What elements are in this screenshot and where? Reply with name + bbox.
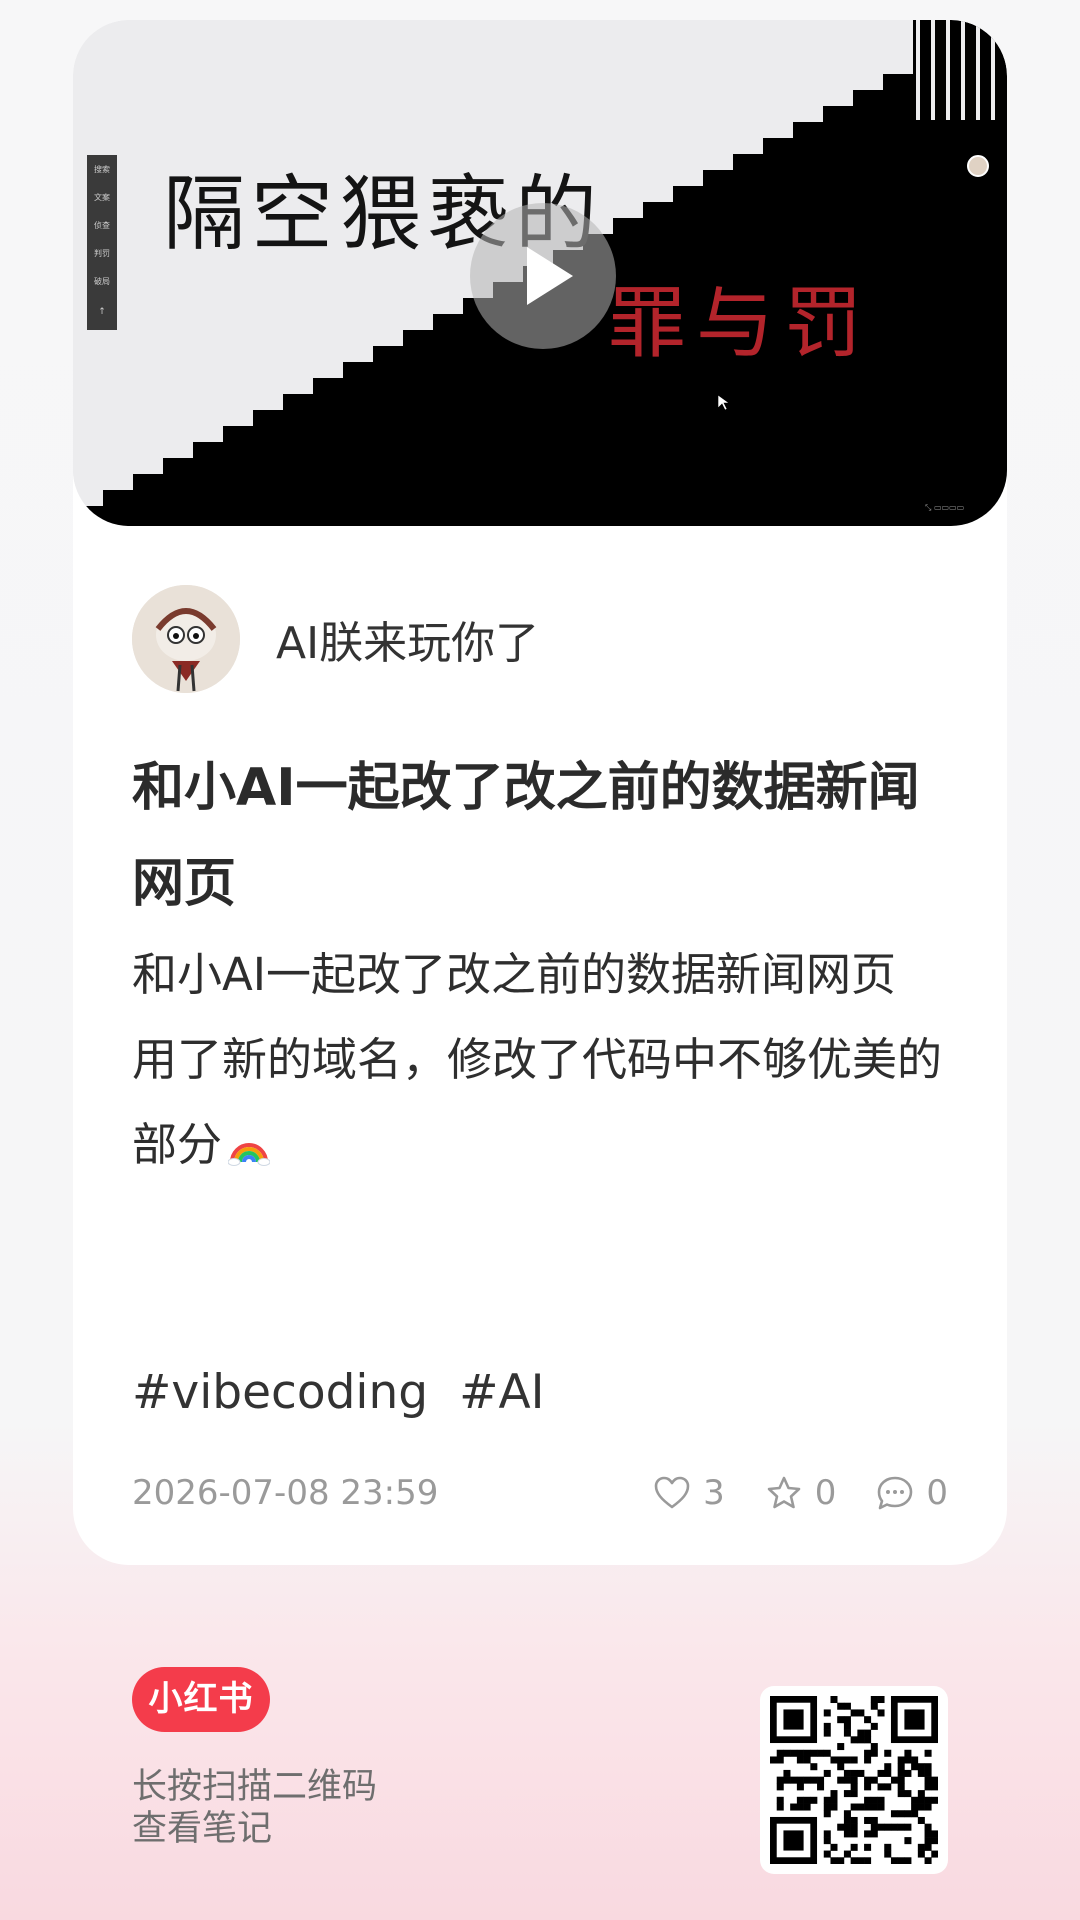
- xiaohongshu-logo: 小红书: [132, 1667, 270, 1732]
- author-row[interactable]: AI朕来玩你了: [132, 585, 539, 693]
- side-menu-item: 侦查: [94, 220, 110, 230]
- frame-avatar: [967, 155, 989, 177]
- side-menu-item: ↑: [98, 307, 106, 317]
- collect-count: 0: [814, 1473, 837, 1513]
- star-icon: [767, 1476, 801, 1509]
- avatar[interactable]: [132, 585, 240, 693]
- note-body-line: 用了新的域名，修改了代码中不够优美的部分: [132, 1017, 952, 1187]
- play-icon: [527, 247, 573, 305]
- scan-line-1: 长按扫描二维码: [132, 1767, 378, 1807]
- video-cover[interactable]: 搜索 文案 侦查 判罚 破局 ↑ 隔空猥亵的 罪与罚 ⤡ ▭▭▭▭: [73, 20, 1007, 526]
- tag-list: #vibecoding #AI: [132, 1365, 560, 1420]
- fullscreen-icon: ⤡ ▭▭▭▭: [925, 503, 964, 512]
- collect-button[interactable]: 0: [765, 1473, 837, 1513]
- side-menu: [87, 155, 117, 330]
- like-button[interactable]: 3: [653, 1473, 725, 1513]
- like-count: 3: [703, 1473, 725, 1513]
- tag-vibecoding[interactable]: #vibecoding: [132, 1365, 428, 1420]
- scan-line-2: 查看笔记: [132, 1809, 273, 1849]
- qr-code-image: [770, 1696, 938, 1864]
- scan-instructions: 长按扫描二维码 查看笔记: [132, 1766, 377, 1850]
- side-menu-item: 破局: [94, 276, 110, 286]
- play-button[interactable]: [470, 203, 616, 349]
- note-body-line: 和小AI一起改了改之前的数据新闻网页: [132, 948, 897, 1001]
- note-card[interactable]: 搜索 文案 侦查 判罚 破局 ↑ 隔空猥亵的 罪与罚 ⤡ ▭▭▭▭ AI朕来玩你…: [73, 20, 1007, 1565]
- side-menu-item: 文案: [94, 192, 110, 202]
- side-menu-item: 搜索: [94, 164, 110, 174]
- timestamp: 2026-07-08 23:59: [132, 1473, 439, 1513]
- author-name[interactable]: AI朕来玩你了: [276, 607, 539, 671]
- comment-count: 0: [926, 1473, 948, 1513]
- side-menu-item: 判罚: [94, 248, 110, 258]
- meta-row: 2026-07-08 23:59 3 0 0: [132, 1467, 948, 1519]
- comment-icon: [878, 1476, 913, 1510]
- heart-icon: [654, 1476, 690, 1509]
- tag-ai[interactable]: #AI: [459, 1365, 544, 1420]
- avatar-image: [132, 585, 240, 693]
- note-body: 和小AI一起改了改之前的数据新闻网页 用了新的域名，修改了代码中不够优美的部分: [132, 932, 952, 1187]
- qr-code[interactable]: [760, 1686, 948, 1874]
- note-title: 和小AI一起改了改之前的数据新闻网页: [132, 758, 920, 914]
- rainbow-icon: [228, 1143, 271, 1166]
- comment-button[interactable]: 0: [876, 1473, 948, 1513]
- cover-subtitle: 罪与罚: [608, 279, 872, 369]
